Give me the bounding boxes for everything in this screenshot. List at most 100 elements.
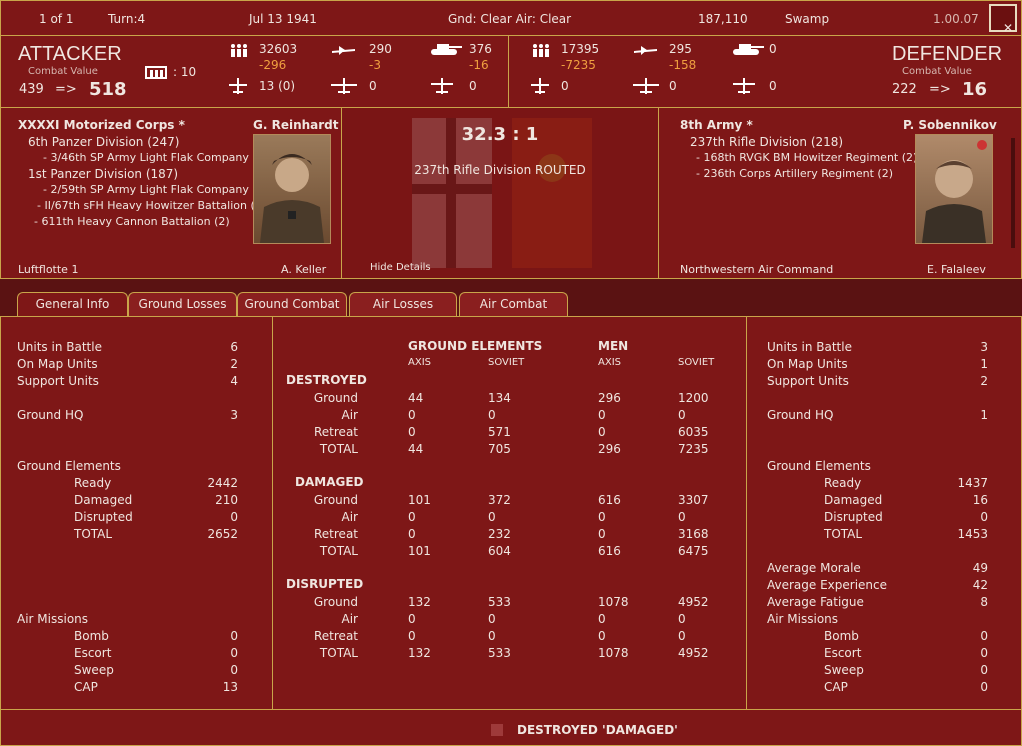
attacker-r2-b: 0 xyxy=(369,79,377,93)
col-men: MEN xyxy=(598,339,629,353)
defender-r2-c: 0 xyxy=(769,79,777,93)
heavy-bomber-icon xyxy=(633,78,659,94)
cell-value: 0 xyxy=(678,408,686,422)
defender-commander: P. Sobennikov xyxy=(903,118,997,132)
stat-value: 0 xyxy=(230,629,238,643)
terrain-label: Swamp xyxy=(785,12,830,26)
stat-value: 1 xyxy=(980,408,988,422)
cell-value: 0 xyxy=(408,527,416,541)
defender-army[interactable]: 8th Army * xyxy=(680,118,753,132)
cell-value: 44 xyxy=(408,442,424,456)
cell-value: 0 xyxy=(678,629,686,643)
attacker-air-command[interactable]: Luftflotte 1 xyxy=(18,263,78,276)
cell-value: 232 xyxy=(488,527,511,541)
cell-value: 571 xyxy=(488,425,511,439)
stat-label: Ready xyxy=(824,476,862,490)
defender-r2-b: 0 xyxy=(669,79,677,93)
cell-value: 6475 xyxy=(678,544,709,558)
stat-label: Escort xyxy=(824,646,862,660)
unit-line[interactable]: - 2/59th SP Army Light Flak Company (0) xyxy=(43,183,268,196)
version-label: 1.00.07 xyxy=(933,12,979,26)
defender-men-loss: -7235 xyxy=(561,58,596,72)
odds-label: 32.3 : 1 xyxy=(461,124,539,145)
defender-cv-from: 222 xyxy=(892,82,917,97)
defender-air-commander: E. Falaleev xyxy=(927,263,986,276)
cell-value: 533 xyxy=(488,646,511,660)
stat-label: Sweep xyxy=(824,663,864,677)
stat-value: 0 xyxy=(230,646,238,660)
stat-label: TOTAL xyxy=(824,527,863,541)
cell-value: 0 xyxy=(488,408,496,422)
commander-figure-icon xyxy=(922,140,987,243)
stat-value: 0 xyxy=(980,663,988,677)
stat-value: 0 xyxy=(980,680,988,694)
stat-value: 0 xyxy=(980,646,988,660)
page-indicator: 1 of 1 xyxy=(39,12,74,26)
scrollbar[interactable] xyxy=(1011,138,1015,248)
cell-value: 0 xyxy=(598,629,606,643)
cell-value: 101 xyxy=(408,493,431,507)
unit-line[interactable]: - 611th Heavy Cannon Battalion (2) xyxy=(34,215,230,228)
tab-ground-combat[interactable]: Ground Combat xyxy=(237,292,347,316)
cell-value: 296 xyxy=(598,391,621,405)
unit-line[interactable]: 1st Panzer Division (187) xyxy=(28,167,178,181)
tank-icon xyxy=(431,44,462,55)
row-label: Air xyxy=(341,510,358,524)
tab-air-combat[interactable]: Air Combat xyxy=(459,292,568,316)
stat-label: Ground HQ xyxy=(767,408,834,422)
attacker-men: 32603 xyxy=(259,42,298,56)
stat-label: Ground Elements xyxy=(767,459,871,473)
unit-line[interactable]: 237th Rifle Division (218) xyxy=(690,135,843,149)
stat-label: Bomb xyxy=(824,629,859,643)
cell-value: 0 xyxy=(678,612,686,626)
cell-value: 0 xyxy=(598,612,606,626)
row-label: Retreat xyxy=(314,425,358,439)
defender-summary: 17395 -7235 295 -158 0 0 0 0 DEFENDER Co… xyxy=(508,35,1022,108)
cell-value: 0 xyxy=(488,510,496,524)
unit-line[interactable]: - 236th Corps Artillery Regiment (2) xyxy=(696,167,893,180)
hide-details-button[interactable]: Hide Details xyxy=(370,262,431,273)
stat-label: Support Units xyxy=(767,374,849,388)
battle-result: 237th Rifle Division ROUTED xyxy=(414,163,586,177)
cell-value: 132 xyxy=(408,595,431,609)
cell-value: 604 xyxy=(488,544,511,558)
coords-label: 187,110 xyxy=(698,12,748,26)
stat-value: 210 xyxy=(215,493,238,507)
section-title: DAMAGED xyxy=(295,475,364,489)
battle-result-panel: 32.3 : 1 237th Rifle Division ROUTED Hid… xyxy=(341,107,659,279)
stat-value: 3 xyxy=(980,340,988,354)
unit-line[interactable]: - 3/46th SP Army Light Flak Company (0) xyxy=(43,151,268,164)
stat-label: TOTAL xyxy=(74,527,113,541)
transport-icon xyxy=(431,78,453,94)
attacker-r2-a: 13 (0) xyxy=(259,79,296,93)
row-label: Air xyxy=(341,612,358,626)
stat-value: 0 xyxy=(230,663,238,677)
cell-value: 0 xyxy=(488,629,496,643)
cell-value: 7235 xyxy=(678,442,709,456)
turn-label: Turn:4 xyxy=(108,12,146,26)
cell-value: 134 xyxy=(488,391,511,405)
stat-label: Air Missions xyxy=(767,612,839,626)
tab-ground-losses[interactable]: Ground Losses xyxy=(128,292,237,316)
attacker-corps[interactable]: XXXXI Motorized Corps * xyxy=(18,118,185,132)
tab-general-info[interactable]: General Info xyxy=(17,292,128,316)
men-icon xyxy=(533,44,549,57)
row-label: Retreat xyxy=(314,629,358,643)
cell-value: 0 xyxy=(598,527,606,541)
row-label: Retreat xyxy=(314,527,358,541)
stat-label: Ready xyxy=(74,476,112,490)
tab-air-losses[interactable]: Air Losses xyxy=(349,292,457,316)
cell-value: 4952 xyxy=(678,595,709,609)
unit-line[interactable]: - II/67th sFH Heavy Howitzer Battalion (… xyxy=(37,199,266,212)
commander-portrait-soviet xyxy=(915,134,993,244)
stat-value: 0 xyxy=(980,629,988,643)
close-button[interactable]: ✕ xyxy=(989,4,1017,35)
row-label: Ground xyxy=(313,391,358,405)
unit-line[interactable]: 6th Panzer Division (247) xyxy=(28,135,179,149)
col-soviet: SOVIET xyxy=(488,357,525,368)
stat-value: 13 xyxy=(222,680,238,694)
footer-bar: DESTROYED 'DAMAGED' xyxy=(0,709,1022,746)
defender-air-command[interactable]: Northwestern Air Command xyxy=(680,263,833,276)
unit-line[interactable]: - 168th RVGK BM Howitzer Regiment (2) xyxy=(696,151,917,164)
cell-value: 101 xyxy=(408,544,431,558)
